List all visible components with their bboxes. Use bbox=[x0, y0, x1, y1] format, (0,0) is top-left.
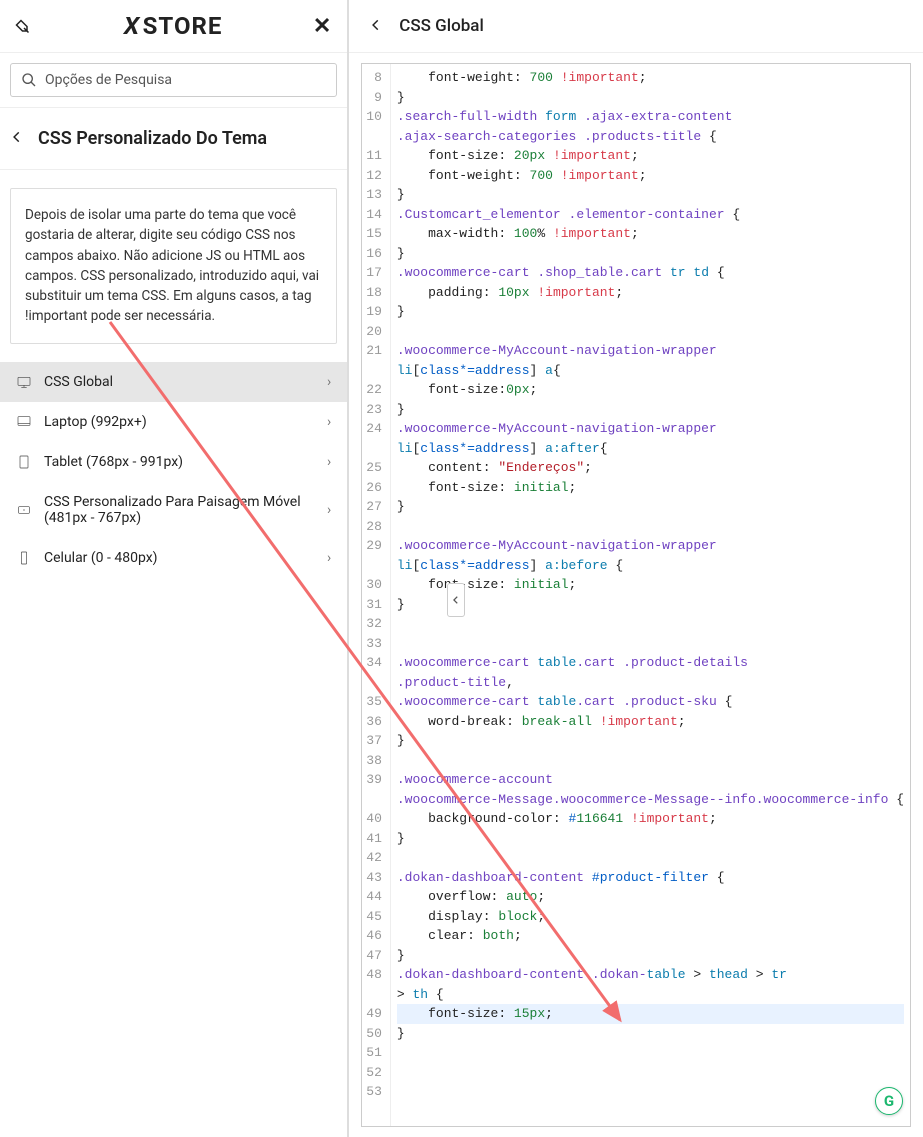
code-line[interactable] bbox=[397, 751, 904, 771]
menu-item-1[interactable]: Laptop (992px+) › bbox=[0, 402, 347, 442]
code-line[interactable]: font-size: 20px !important; bbox=[397, 146, 904, 166]
code-line[interactable]: .dokan-dashboard-content .dokan-table > … bbox=[397, 965, 904, 985]
code-line[interactable]: } bbox=[397, 731, 904, 751]
code-line[interactable]: } bbox=[397, 400, 904, 420]
code-line[interactable]: .woocommerce-Message.woocommerce-Message… bbox=[397, 790, 904, 810]
menu-item-label: Celular (0 - 480px) bbox=[44, 550, 158, 566]
code-line[interactable]: } bbox=[397, 1024, 904, 1044]
section-title: CSS Personalizado Do Tema bbox=[38, 128, 267, 149]
code-line[interactable]: clear: both; bbox=[397, 926, 904, 946]
right-back-icon[interactable] bbox=[369, 17, 383, 36]
code-editor[interactable]: 8910111213141516171819202122232425262728… bbox=[361, 63, 911, 1127]
left-panel: XSTORE ✕ Opções de Pesquisa CSS Personal… bbox=[0, 0, 348, 1137]
device-icon bbox=[16, 550, 32, 566]
collapse-handle[interactable] bbox=[447, 583, 465, 617]
code-line[interactable]: li[class*=address] a:before { bbox=[397, 556, 904, 576]
code-line[interactable]: } bbox=[397, 497, 904, 517]
chevron-right-icon: › bbox=[327, 550, 331, 566]
right-panel-header: CSS Global bbox=[349, 0, 923, 53]
code-line[interactable]: word-break: break-all !important; bbox=[397, 712, 904, 732]
code-line[interactable]: padding: 10px !important; bbox=[397, 283, 904, 303]
code-line[interactable]: } bbox=[397, 595, 904, 615]
code-line[interactable]: .woocommerce-cart .shop_table.cart tr td… bbox=[397, 263, 904, 283]
search-icon bbox=[21, 72, 37, 88]
logo-text: STORE bbox=[143, 12, 223, 40]
code-line[interactable] bbox=[397, 517, 904, 537]
section-title-row: CSS Personalizado Do Tema bbox=[0, 108, 347, 170]
code-line[interactable]: background-color: #116641 !important; bbox=[397, 809, 904, 829]
right-title: CSS Global bbox=[399, 16, 484, 36]
code-line[interactable]: } bbox=[397, 946, 904, 966]
code-line[interactable]: content: "Endereços"; bbox=[397, 458, 904, 478]
code-line[interactable]: font-size: initial; bbox=[397, 478, 904, 498]
code-line[interactable]: } bbox=[397, 185, 904, 205]
code-line[interactable]: } bbox=[397, 88, 904, 108]
menu-item-label: Laptop (992px+) bbox=[44, 414, 147, 430]
menu-list: CSS Global›Laptop (992px+)›Tablet (768px… bbox=[0, 362, 347, 578]
code-line[interactable]: } bbox=[397, 829, 904, 849]
code-area[interactable]: font-weight: 700 !important;}.search-ful… bbox=[391, 64, 910, 1126]
code-line[interactable] bbox=[397, 634, 904, 654]
search-placeholder: Opções de Pesquisa bbox=[45, 72, 172, 88]
code-line[interactable]: font-size:0px; bbox=[397, 380, 904, 400]
description-box: Depois de isolar uma parte do tema que v… bbox=[10, 188, 337, 344]
code-line[interactable]: .woocommerce-MyAccount-navigation-wrappe… bbox=[397, 419, 904, 439]
code-line[interactable]: .product-title, bbox=[397, 673, 904, 693]
menu-item-label: CSS Personalizado Para Paisagem Móvel (4… bbox=[44, 494, 327, 526]
menu-item-label: CSS Global bbox=[44, 374, 113, 390]
search-input[interactable]: Opções de Pesquisa bbox=[10, 63, 337, 97]
code-line[interactable]: font-weight: 700 !important; bbox=[397, 68, 904, 88]
device-icon bbox=[16, 454, 32, 470]
code-line[interactable]: .Customcart_elementor .elementor-contain… bbox=[397, 205, 904, 225]
menu-item-0[interactable]: CSS Global › bbox=[0, 362, 347, 402]
code-line[interactable] bbox=[397, 1063, 904, 1083]
code-line[interactable]: .search-full-width form .ajax-extra-cont… bbox=[397, 107, 904, 127]
code-line[interactable]: } bbox=[397, 244, 904, 264]
code-line[interactable]: li[class*=address] a:after{ bbox=[397, 439, 904, 459]
code-line[interactable]: font-size: initial; bbox=[397, 575, 904, 595]
menu-item-4[interactable]: Celular (0 - 480px) › bbox=[0, 538, 347, 578]
grammarly-badge-letter: G bbox=[884, 1092, 894, 1110]
right-panel: CSS Global 89101112131415161718192021222… bbox=[348, 0, 923, 1137]
chevron-right-icon: › bbox=[327, 502, 331, 518]
code-line[interactable]: font-weight: 700 !important; bbox=[397, 166, 904, 186]
menu-item-2[interactable]: Tablet (768px - 991px) › bbox=[0, 442, 347, 482]
chevron-right-icon: › bbox=[327, 454, 331, 470]
left-panel-header: XSTORE ✕ bbox=[0, 0, 347, 53]
code-line[interactable] bbox=[397, 1043, 904, 1063]
device-icon bbox=[16, 414, 32, 430]
back-icon[interactable] bbox=[10, 129, 24, 148]
device-icon bbox=[16, 502, 32, 518]
code-line[interactable]: > th { bbox=[397, 985, 904, 1005]
code-line[interactable]: .woocommerce-cart table.cart .product-de… bbox=[397, 653, 904, 673]
code-line[interactable]: } bbox=[397, 302, 904, 322]
menu-item-label: Tablet (768px - 991px) bbox=[44, 454, 183, 470]
code-line[interactable]: .woocommerce-account bbox=[397, 770, 904, 790]
code-line[interactable]: .woocommerce-MyAccount-navigation-wrappe… bbox=[397, 341, 904, 361]
search-row: Opções de Pesquisa bbox=[0, 53, 347, 108]
line-gutter: 8910111213141516171819202122232425262728… bbox=[362, 64, 391, 1126]
logo: XSTORE bbox=[124, 12, 222, 40]
code-line[interactable]: font-size: 15px; bbox=[397, 1004, 904, 1024]
menu-item-3[interactable]: CSS Personalizado Para Paisagem Móvel (4… bbox=[0, 482, 347, 538]
code-line[interactable]: max-width: 100% !important; bbox=[397, 224, 904, 244]
code-line[interactable]: .ajax-search-categories .products-title … bbox=[397, 127, 904, 147]
grammarly-badge[interactable]: G bbox=[875, 1087, 903, 1115]
code-line[interactable]: .woocommerce-cart table.cart .product-sk… bbox=[397, 692, 904, 712]
code-line[interactable] bbox=[397, 322, 904, 342]
code-line[interactable] bbox=[397, 848, 904, 868]
chevron-right-icon: › bbox=[327, 414, 331, 430]
code-line[interactable]: li[class*=address] a{ bbox=[397, 361, 904, 381]
code-line[interactable]: .dokan-dashboard-content #product-filter… bbox=[397, 868, 904, 888]
code-line[interactable]: overflow: auto; bbox=[397, 887, 904, 907]
brush-icon[interactable] bbox=[14, 17, 37, 35]
chevron-right-icon: › bbox=[327, 374, 331, 390]
close-icon[interactable]: ✕ bbox=[313, 14, 331, 39]
code-line[interactable] bbox=[397, 614, 904, 634]
code-line[interactable]: .woocommerce-MyAccount-navigation-wrappe… bbox=[397, 536, 904, 556]
code-line[interactable] bbox=[397, 1082, 904, 1102]
device-icon bbox=[16, 374, 32, 390]
code-line[interactable]: display: block; bbox=[397, 907, 904, 927]
